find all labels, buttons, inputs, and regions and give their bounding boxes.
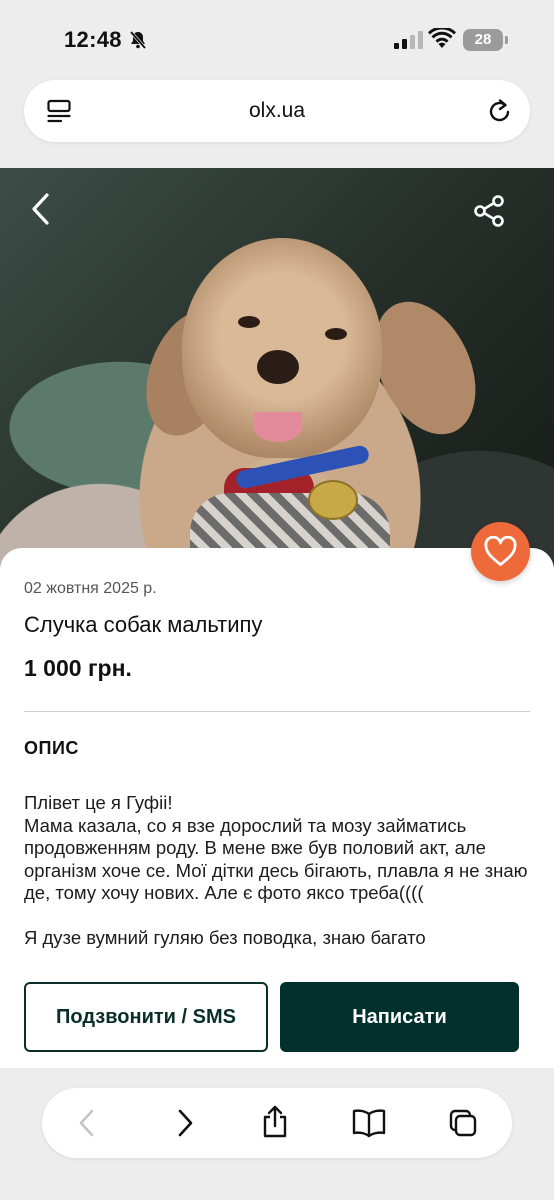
photo-dog-tongue — [254, 412, 302, 442]
write-message-button[interactable]: Написати — [280, 982, 519, 1052]
listing-price: 1 000 грн. — [24, 655, 132, 681]
address-bar[interactable]: olx.ua — [24, 80, 530, 142]
listing-description: Плівет це я Гуфіі! Мама казала, со я взе… — [24, 792, 534, 968]
signal-icon — [394, 31, 423, 49]
wifi-icon — [428, 28, 456, 48]
back-icon[interactable] — [28, 192, 54, 226]
description-paragraph: Я дузе вумний гуляю без поводка, знаю ба… — [24, 927, 426, 948]
action-bar: Подзвонити / SMS Написати — [0, 968, 554, 1068]
share-upload-icon[interactable] — [260, 1105, 290, 1139]
listing-date: 02 жовтня 2025 р. — [24, 580, 157, 597]
listing-title: Случка собак мальтипу — [24, 612, 263, 637]
bell-off-icon — [129, 30, 147, 50]
description-heading: ОПИС — [24, 738, 79, 758]
chevron-right-icon[interactable] — [169, 1108, 199, 1138]
status-time: 12:48 — [64, 27, 122, 52]
divider — [24, 711, 530, 712]
tabs-icon[interactable] — [448, 1108, 478, 1138]
description-paragraph: Плівет це я Гуфіі! — [24, 792, 173, 813]
url-text[interactable]: olx.ua — [24, 99, 530, 123]
share-icon[interactable] — [472, 194, 506, 228]
browser-toolbar — [42, 1088, 512, 1158]
status-bar: 12:48 28 — [0, 0, 554, 78]
listing-photo[interactable] — [0, 168, 554, 568]
photo-dog-eye — [238, 316, 260, 328]
photo-dog-eye — [325, 328, 347, 340]
photo-dog-nose — [257, 350, 299, 384]
call-sms-button[interactable]: Подзвонити / SMS — [24, 982, 268, 1052]
book-icon[interactable] — [351, 1108, 387, 1138]
photo-dog-tag — [308, 480, 358, 520]
chevron-left-icon[interactable] — [73, 1108, 103, 1138]
reload-icon[interactable] — [486, 97, 514, 125]
heart-icon — [484, 536, 517, 566]
battery-indicator: 28 — [463, 29, 508, 51]
description-paragraph: Мама казала, со я взе дорослий та мозу з… — [24, 814, 528, 904]
favorite-button[interactable] — [471, 522, 530, 581]
